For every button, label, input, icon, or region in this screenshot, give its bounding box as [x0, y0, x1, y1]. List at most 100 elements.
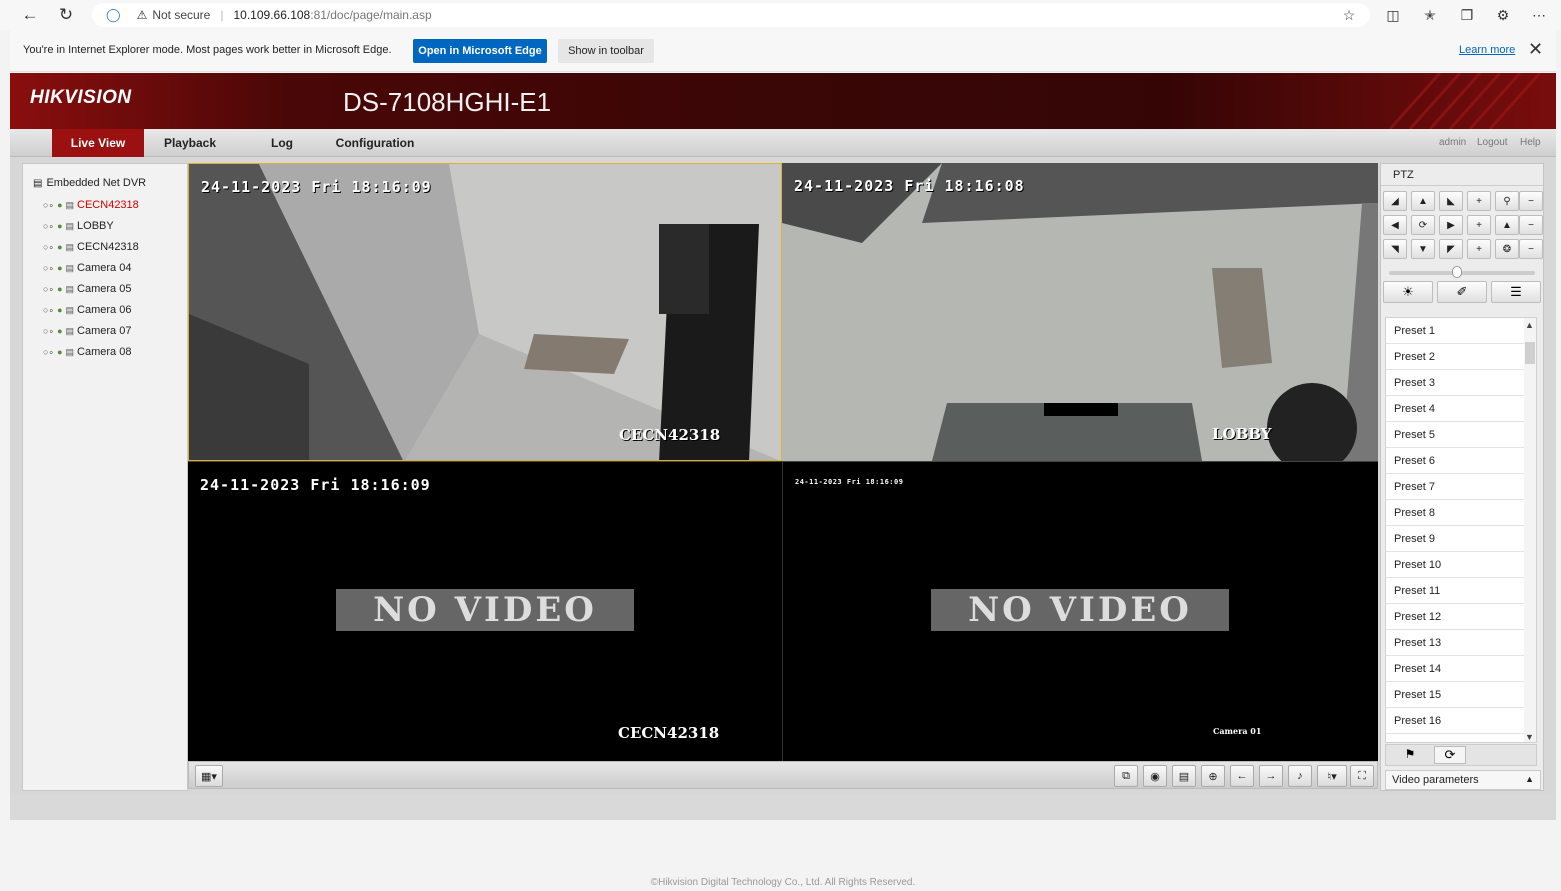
- preset-item[interactable]: Preset 3: [1386, 370, 1534, 396]
- tab-log[interactable]: Log: [256, 129, 308, 157]
- camera-label: Camera 07: [77, 325, 132, 337]
- preset-item[interactable]: Preset 9: [1386, 526, 1534, 552]
- ptz-up-right-icon[interactable]: ◣: [1439, 191, 1463, 211]
- ptz-up-left-icon[interactable]: ◢: [1383, 191, 1407, 211]
- camera-item-1[interactable]: ○∘ ● ▤ CECN42318: [43, 197, 139, 213]
- camera-item-2[interactable]: ○∘ ● ▤ LOBBY: [43, 218, 114, 234]
- zoom-out-icon[interactable]: −: [1519, 191, 1543, 211]
- camera-icon: ●: [57, 326, 63, 336]
- show-in-toolbar-button[interactable]: Show in toolbar: [558, 39, 654, 63]
- main-tabs: Live View Playback Log Configuration adm…: [10, 129, 1556, 157]
- camera-icon: ●: [57, 263, 63, 273]
- record-icon: ▤: [65, 262, 75, 273]
- help-link[interactable]: Help: [1520, 137, 1541, 148]
- collections-icon[interactable]: ❐: [1456, 4, 1478, 26]
- learn-more-link[interactable]: Learn more: [1459, 44, 1515, 56]
- record-clip-icon[interactable]: ▤: [1172, 765, 1196, 787]
- volume-mute-icon[interactable]: ♮▾: [1317, 765, 1347, 787]
- video-pane-3[interactable]: 24-11-2023 Fri 18:16:09 NO VIDEO CECN423…: [188, 461, 782, 761]
- zoom-in-icon[interactable]: +: [1467, 191, 1491, 211]
- preset-scroll-thumb[interactable]: [1525, 342, 1535, 364]
- iris-close-icon[interactable]: −: [1519, 239, 1543, 259]
- back-icon[interactable]: ←: [19, 4, 41, 26]
- favorite-star-icon[interactable]: ☆: [1338, 4, 1360, 26]
- camera-icon: ●: [57, 305, 63, 315]
- ptz-auto-icon[interactable]: ⟳: [1411, 215, 1435, 235]
- preset-item[interactable]: Preset 12: [1386, 604, 1534, 630]
- ptz-panel: PTZ ◢ ▲ ◣ + ⚲ − ◀ ⟳ ▶ + ▲ − ◥ ▼ ◤ + ❂ − …: [1380, 163, 1544, 791]
- favorites-icon[interactable]: ✭: [1419, 4, 1441, 26]
- ptz-speed-slider[interactable]: [1389, 271, 1535, 275]
- split-screen-icon[interactable]: ◫: [1382, 4, 1404, 26]
- preset-item[interactable]: Preset 15: [1386, 682, 1534, 708]
- ptz-speed-slider-knob[interactable]: [1452, 266, 1462, 278]
- previous-page-icon[interactable]: ←: [1230, 765, 1254, 787]
- video-pane-4[interactable]: 24-11-2023 Fri 18:16:09 NO VIDEO Camera …: [782, 461, 1378, 761]
- video-parameters-toggle[interactable]: Video parameters ▲: [1385, 770, 1541, 790]
- scroll-up-icon[interactable]: ▲: [1525, 320, 1534, 330]
- iris-open-icon[interactable]: +: [1467, 239, 1491, 259]
- tab-configuration[interactable]: Configuration: [328, 129, 422, 157]
- ptz-right-icon[interactable]: ▶: [1439, 215, 1463, 235]
- not-secure-label[interactable]: Not secure: [152, 8, 210, 22]
- patrol-icon[interactable]: ⟳: [1434, 746, 1466, 764]
- camera-label: Camera 08: [77, 346, 132, 358]
- header-decoration: [1388, 73, 1542, 129]
- preset-item[interactable]: Preset 1: [1386, 318, 1534, 344]
- open-in-edge-button[interactable]: Open in Microsoft Edge: [413, 39, 547, 63]
- camera-item-3[interactable]: ○∘ ● ▤ CECN42318: [43, 239, 139, 255]
- ptz-down-right-icon[interactable]: ◤: [1439, 239, 1463, 259]
- preset-scrollbar[interactable]: ▲ ▼: [1524, 318, 1536, 742]
- preset-item[interactable]: Preset 13: [1386, 630, 1534, 656]
- video-pane-1[interactable]: 24-11-2023 Fri 18:16:09 CECN42318: [188, 163, 782, 461]
- tree-root[interactable]: ▤ Embedded Net DVR: [33, 177, 146, 189]
- scroll-down-icon[interactable]: ▼: [1525, 732, 1534, 742]
- camera-item-6[interactable]: ○∘ ● ▤ Camera 06: [43, 302, 131, 318]
- menu-icon[interactable]: ☰: [1491, 281, 1541, 303]
- preset-actions: ⚑ ⟳: [1385, 744, 1537, 766]
- preset-item[interactable]: Preset 8: [1386, 500, 1534, 526]
- preset-item[interactable]: Preset 5: [1386, 422, 1534, 448]
- video-pane-2[interactable]: 24-11-2023 Fri 18:16:08 LOBBY: [782, 163, 1378, 461]
- camera-item-5[interactable]: ○∘ ● ▤ Camera 05: [43, 281, 131, 297]
- light-icon[interactable]: ☀: [1383, 281, 1433, 303]
- preset-icon[interactable]: ⚑: [1394, 747, 1426, 763]
- preset-item[interactable]: Preset 14: [1386, 656, 1534, 682]
- camera-item-4[interactable]: ○∘ ● ▤ Camera 04: [43, 260, 131, 276]
- refresh-icon[interactable]: ↻: [55, 4, 77, 26]
- address-bar[interactable]: ◯ ⚠ Not secure | 10.109.66.108:81/doc/pa…: [92, 3, 1370, 27]
- fullscreen-icon[interactable]: ⛶: [1350, 765, 1374, 787]
- tab-playback[interactable]: Playback: [150, 129, 230, 157]
- device-tree: ▤ Embedded Net DVR ○∘ ● ▤ CECN42318 ○∘ ● ▤ LOB…: [22, 163, 188, 791]
- focus-far-icon[interactable]: −: [1519, 215, 1543, 235]
- ptz-down-icon[interactable]: ▼: [1411, 239, 1435, 259]
- logout-link[interactable]: Logout: [1477, 137, 1508, 148]
- extensions-icon[interactable]: ⚙: [1492, 4, 1514, 26]
- camera-item-7[interactable]: ○∘ ● ▤ Camera 07: [43, 323, 131, 339]
- window-layout-icon[interactable]: ▦▾: [195, 765, 223, 787]
- more-menu-icon[interactable]: ⋯: [1528, 4, 1550, 26]
- preset-item[interactable]: Preset 10: [1386, 552, 1534, 578]
- preset-item[interactable]: Preset 7: [1386, 474, 1534, 500]
- preset-item[interactable]: Preset 2: [1386, 344, 1534, 370]
- nvr-app: HIKVISION DS-7108HGHI-E1 Live View Playb…: [10, 73, 1556, 888]
- capture-icon[interactable]: ◉: [1143, 765, 1167, 787]
- next-page-icon[interactable]: →: [1259, 765, 1283, 787]
- start-all-live-view-icon[interactable]: ⧉: [1114, 765, 1138, 787]
- digital-zoom-icon[interactable]: ⊕: [1201, 765, 1225, 787]
- microphone-icon[interactable]: ♪: [1288, 765, 1312, 787]
- close-icon[interactable]: ✕: [1528, 39, 1543, 60]
- ptz-down-left-icon[interactable]: ◥: [1383, 239, 1407, 259]
- preset-item[interactable]: Preset 11: [1386, 578, 1534, 604]
- ptz-left-icon[interactable]: ◀: [1383, 215, 1407, 235]
- tab-live-view[interactable]: Live View: [52, 129, 144, 157]
- preset-item[interactable]: Preset 16: [1386, 708, 1534, 734]
- pane-4-timestamp: 24-11-2023 Fri 18:16:09: [795, 478, 904, 486]
- preset-item[interactable]: Preset 6: [1386, 448, 1534, 474]
- wiper-icon[interactable]: ✐: [1437, 281, 1487, 303]
- preset-item[interactable]: Preset 4: [1386, 396, 1534, 422]
- live-view-content: ▤ Embedded Net DVR ○∘ ● ▤ CECN42318 ○∘ ● ▤ LOB…: [10, 157, 1556, 888]
- camera-item-8[interactable]: ○∘ ● ▤ Camera 08: [43, 344, 131, 360]
- focus-near-icon[interactable]: +: [1467, 215, 1491, 235]
- ptz-up-icon[interactable]: ▲: [1411, 191, 1435, 211]
